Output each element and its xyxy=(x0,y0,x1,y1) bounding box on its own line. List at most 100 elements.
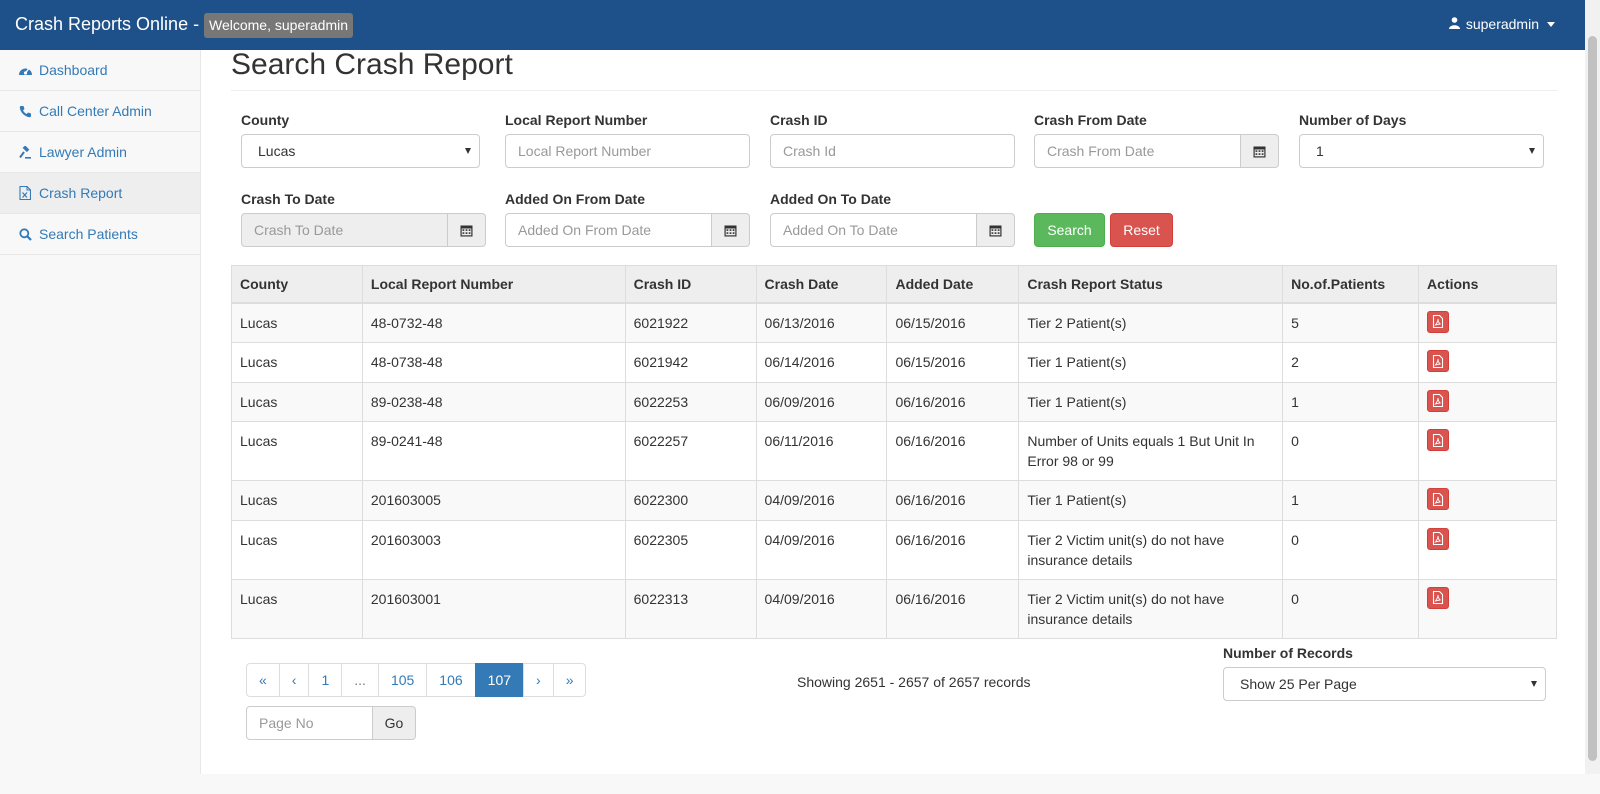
column-header-local-report-number[interactable]: Local Report Number xyxy=(361,265,626,304)
column-header-crash-report-status[interactable]: Crash Report Status xyxy=(1018,265,1284,304)
pdf-icon[interactable] xyxy=(1427,350,1450,372)
dashboard-icon xyxy=(17,62,33,78)
sidebar-item-label: Dashboard xyxy=(39,62,108,78)
pagination-page[interactable]: 106 xyxy=(426,663,476,697)
crash-from-date-label: Crash From Date xyxy=(1034,112,1147,128)
pagination-first[interactable]: « xyxy=(246,663,280,697)
calendar-icon[interactable] xyxy=(977,213,1015,247)
pdf-icon[interactable] xyxy=(1427,429,1450,451)
added-on-to-date-label: Added On To Date xyxy=(770,191,892,207)
pagination-last[interactable]: » xyxy=(552,663,587,697)
cell-status: Tier 1 Patient(s) xyxy=(1018,381,1284,422)
cell-local-report-number: 201603005 xyxy=(361,480,626,521)
sidebar-item-crash-report[interactable]: Crash Report xyxy=(0,173,200,214)
cell-status: Tier 2 Victim unit(s) do not have insura… xyxy=(1018,578,1284,639)
records-per-page-select[interactable]: Show 25 Per Page xyxy=(1223,667,1546,701)
go-button[interactable]: Go xyxy=(373,706,416,740)
added-on-from-date-group xyxy=(505,213,750,247)
gavel-icon xyxy=(17,144,33,160)
cell-actions xyxy=(1418,421,1557,481)
pdf-icon[interactable] xyxy=(1427,389,1450,412)
sidebar-item-dashboard[interactable]: Dashboard xyxy=(0,50,200,91)
cell-added-date: 06/16/2016 xyxy=(886,381,1020,422)
pdf-icon[interactable] xyxy=(1427,527,1450,550)
top-navbar: Crash Reports Online - Welcome, superadm… xyxy=(0,0,1585,50)
cell-patients: 0 xyxy=(1282,578,1420,639)
column-header-added-date[interactable]: Added Date xyxy=(886,265,1020,304)
local-report-number-input[interactable] xyxy=(505,134,750,168)
pagination-prev[interactable]: ‹ xyxy=(278,663,310,697)
cell-added-date: 06/16/2016 xyxy=(886,480,1020,521)
chevron-down-icon xyxy=(465,148,471,154)
cell-county: Lucas xyxy=(231,421,363,481)
cell-crash-id: 6022313 xyxy=(624,578,757,639)
county-select[interactable]: Lucas xyxy=(241,134,480,168)
user-menu[interactable]: superadmin xyxy=(1448,16,1555,32)
pdf-icon[interactable] xyxy=(1427,488,1450,510)
column-header-no-of-patients[interactable]: No.of.Patients xyxy=(1282,265,1420,304)
search-button[interactable]: Search xyxy=(1034,213,1105,247)
page-no-input[interactable] xyxy=(246,706,373,740)
cell-patients: 0 xyxy=(1282,421,1420,481)
pagination-page[interactable]: 105 xyxy=(377,663,428,697)
column-header-crash-date[interactable]: Crash Date xyxy=(755,265,888,304)
cell-county: Lucas xyxy=(231,578,363,639)
sidebar-item-call-center-admin[interactable]: Call Center Admin xyxy=(0,91,200,132)
cell-county: Lucas xyxy=(231,342,363,383)
chevron-down-icon xyxy=(1529,148,1535,154)
sidebar-item-lawyer-admin[interactable]: Lawyer Admin xyxy=(0,132,200,173)
main-content: Search Crash Report County Lucas Local R… xyxy=(201,48,1585,774)
column-header-county[interactable]: County xyxy=(231,265,363,304)
table-header-row: County Local Report Number Crash ID Cras… xyxy=(231,265,1557,304)
pagination-page-active[interactable]: 107 xyxy=(474,663,525,697)
app-brand[interactable]: Crash Reports Online - xyxy=(15,14,199,35)
sidebar-item-label: Crash Report xyxy=(39,185,123,201)
cell-local-report-number: 89-0241-48 xyxy=(361,421,626,481)
cell-local-report-number: 48-0738-48 xyxy=(361,342,626,383)
sidebar: Dashboard Call Center Admin Lawyer Admin… xyxy=(0,50,201,774)
table-row: Lucas 201603003 6022305 04/09/2016 06/16… xyxy=(231,519,1557,580)
crash-from-date-input[interactable] xyxy=(1034,134,1241,168)
phone-icon xyxy=(17,103,33,119)
vertical-scrollbar[interactable] xyxy=(1585,0,1600,774)
county-select-value: Lucas xyxy=(258,143,296,159)
pagination-page[interactable]: 1 xyxy=(308,663,343,697)
added-on-from-date-label: Added On From Date xyxy=(505,191,646,207)
county-label: County xyxy=(241,112,290,128)
cell-actions xyxy=(1418,480,1557,521)
number-of-days-value: 1 xyxy=(1316,143,1324,159)
cell-crash-id: 6022253 xyxy=(624,381,757,422)
column-header-crash-id[interactable]: Crash ID xyxy=(624,265,757,304)
cell-added-date: 06/16/2016 xyxy=(886,421,1020,481)
page-jump: Go xyxy=(246,706,416,740)
cell-crash-date: 04/09/2016 xyxy=(755,578,888,639)
sidebar-item-label: Call Center Admin xyxy=(39,103,152,119)
table-row: Lucas 48-0738-48 6021942 06/14/2016 06/1… xyxy=(231,342,1557,383)
calendar-icon[interactable] xyxy=(712,213,750,247)
reset-button[interactable]: Reset xyxy=(1110,213,1173,247)
pagination-next[interactable]: › xyxy=(523,663,554,697)
crash-id-input[interactable] xyxy=(770,134,1015,168)
pdf-icon[interactable] xyxy=(1427,586,1450,609)
chevron-down-icon xyxy=(1547,21,1555,27)
cell-local-report-number: 89-0238-48 xyxy=(361,381,626,422)
window-bottom-strip xyxy=(0,774,1600,794)
sidebar-item-label: Search Patients xyxy=(39,226,138,242)
cell-crash-date: 06/14/2016 xyxy=(755,342,888,383)
scrollbar-thumb[interactable] xyxy=(1588,36,1597,761)
sidebar-item-search-patients[interactable]: Search Patients xyxy=(0,214,200,255)
added-on-from-date-input[interactable] xyxy=(505,213,712,247)
pdf-icon[interactable] xyxy=(1427,310,1450,333)
cell-county: Lucas xyxy=(231,519,363,580)
added-on-to-date-input[interactable] xyxy=(770,213,977,247)
cell-status: Tier 2 Patient(s) xyxy=(1018,302,1284,343)
chevron-down-icon xyxy=(1531,681,1537,687)
cell-patients: 2 xyxy=(1282,342,1420,383)
column-header-actions: Actions xyxy=(1418,265,1557,304)
cell-actions xyxy=(1418,381,1557,422)
number-of-days-select[interactable]: 1 xyxy=(1299,134,1544,168)
calendar-icon[interactable] xyxy=(1241,134,1279,168)
calendar-icon[interactable] xyxy=(448,213,486,247)
cell-status: Tier 1 Patient(s) xyxy=(1018,342,1284,383)
crash-to-date-group xyxy=(241,213,486,247)
